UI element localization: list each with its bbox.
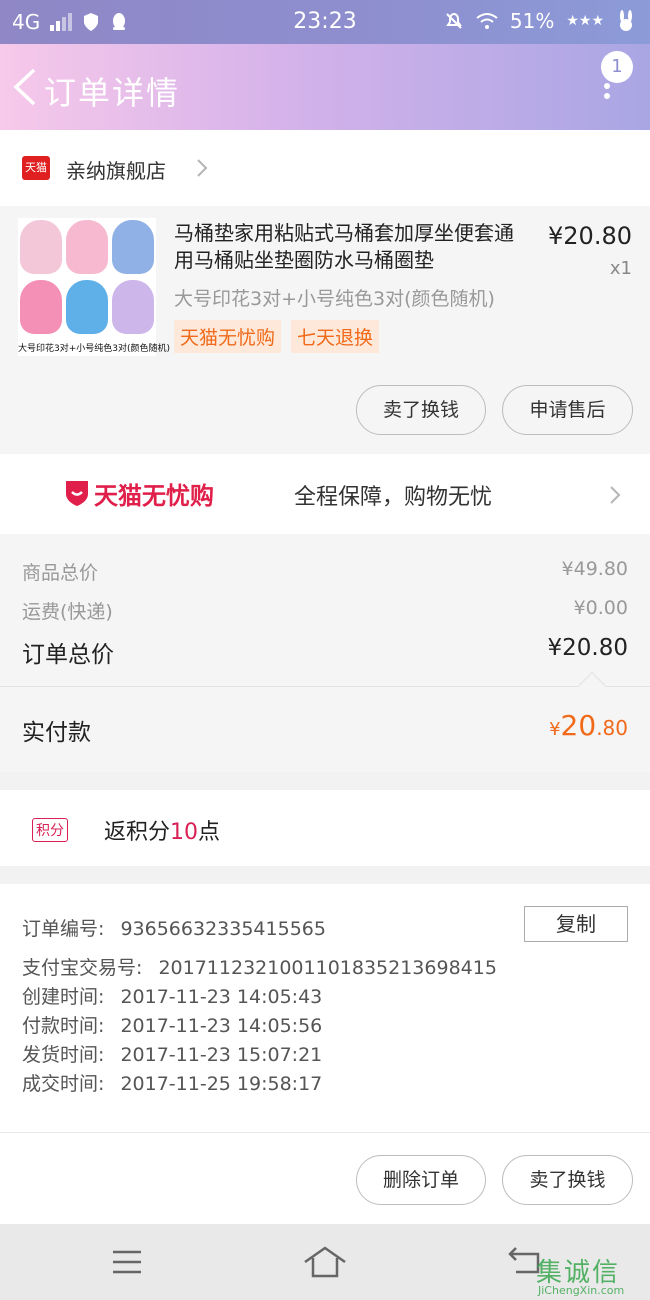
home-icon[interactable] bbox=[303, 1242, 347, 1282]
points-tag: 积分 bbox=[32, 818, 68, 842]
stars-icon: ★★★ bbox=[566, 13, 604, 29]
tmall-logo-icon: 天猫 bbox=[22, 156, 50, 180]
bottom-actions: 删除订单 卖了换钱 bbox=[0, 1132, 650, 1224]
mute-bell-icon bbox=[446, 12, 462, 29]
actual-payment-label: 实付款 bbox=[22, 720, 91, 746]
product-title[interactable]: 马桶垫家用粘贴式马桶套加厚坐便套通用马桶贴坐垫圈防水马桶圈垫 bbox=[174, 220, 524, 274]
price-summary: 商品总价 ¥49.80 运费(快递) ¥0.00 订单总价 ¥20.80 bbox=[0, 534, 650, 686]
shipped-time: 2017-11-23 15:07:21 bbox=[120, 1044, 323, 1066]
battery-label: 51% bbox=[509, 9, 555, 33]
sell-for-cash-bottom-button[interactable]: 卖了换钱 bbox=[502, 1155, 633, 1205]
completed-line: 成交时间: 2017-11-25 19:58:17 bbox=[22, 1069, 322, 1096]
order-number: 93656632335415565 bbox=[120, 918, 326, 940]
promo-brand: 天猫无忧购 bbox=[94, 482, 214, 510]
shipping-value: ¥0.00 bbox=[573, 597, 628, 619]
paid-label: 付款时间: bbox=[22, 1015, 105, 1037]
watermark: 集诚信 JiChengXin.com bbox=[532, 1248, 650, 1300]
created-line: 创建时间: 2017-11-23 14:05:43 bbox=[22, 982, 322, 1009]
chevron-right-icon bbox=[197, 159, 208, 177]
page-title: 订单详情 bbox=[44, 74, 181, 112]
alipay-label: 支付宝交易号: bbox=[22, 957, 143, 979]
created-label: 创建时间: bbox=[22, 986, 105, 1008]
completed-time: 2017-11-25 19:58:17 bbox=[120, 1073, 323, 1095]
status-right: 51% ★★★ bbox=[444, 9, 636, 33]
alipay-number: 2017112321001101835213698415 bbox=[158, 957, 497, 979]
sell-for-cash-button[interactable]: 卖了换钱 bbox=[356, 385, 486, 435]
completed-label: 成交时间: bbox=[22, 1073, 105, 1095]
shipped-label: 发货时间: bbox=[22, 1044, 105, 1066]
back-arrow-icon[interactable] bbox=[10, 66, 40, 108]
actual-payment-row: 实付款 ¥20.80 bbox=[0, 671, 650, 772]
rabbit-icon bbox=[620, 10, 632, 31]
payment-integer: 20 bbox=[560, 709, 597, 742]
order-number-line: 订单编号: 93656632335415565 bbox=[22, 914, 326, 941]
notification-badge: 1 bbox=[601, 51, 633, 83]
points-row: 积分 返积分10点 bbox=[0, 790, 650, 866]
points-prefix: 返积分 bbox=[104, 820, 171, 845]
points-text: 返积分10点 bbox=[104, 814, 220, 846]
worry-free-banner[interactable]: 天猫无忧购 全程保障，购物无忧 bbox=[0, 454, 650, 534]
menu-icon[interactable] bbox=[105, 1242, 149, 1282]
after-sale-button[interactable]: 申请售后 bbox=[502, 385, 633, 435]
status-bar: 4G 23:23 51% ★★★ bbox=[0, 0, 650, 44]
points-value: 10 bbox=[170, 820, 199, 845]
paid-time: 2017-11-23 14:05:56 bbox=[120, 1015, 323, 1037]
actual-payment-amount: ¥20.80 bbox=[549, 709, 628, 742]
order-number-label: 订单编号: bbox=[22, 918, 105, 940]
product-quantity: x1 bbox=[609, 258, 632, 279]
shop-name: 亲纳旗舰店 bbox=[66, 159, 166, 183]
order-total-value: ¥20.80 bbox=[547, 635, 628, 661]
tag-worry-free: 天猫无忧购 bbox=[174, 320, 282, 353]
order-item: 大号印花3对+小号纯色3对(颜色随机) 马桶垫家用粘贴式马桶套加厚坐便套通用马桶… bbox=[0, 206, 650, 454]
created-time: 2017-11-23 14:05:43 bbox=[120, 986, 323, 1008]
goods-total-label: 商品总价 bbox=[22, 562, 99, 584]
points-suffix: 点 bbox=[198, 820, 221, 845]
watermark-url: JiChengXin.com bbox=[538, 1284, 625, 1297]
delete-order-button[interactable]: 删除订单 bbox=[356, 1155, 486, 1205]
product-image[interactable]: 大号印花3对+小号纯色3对(颜色随机) bbox=[18, 218, 171, 356]
product-image-caption: 大号印花3对+小号纯色3对(颜色随机) bbox=[18, 344, 171, 354]
order-info: 订单编号: 93656632335415565 复制 支付宝交易号: 20171… bbox=[0, 884, 650, 1132]
order-total-label: 订单总价 bbox=[22, 642, 114, 668]
paid-line: 付款时间: 2017-11-23 14:05:56 bbox=[22, 1011, 322, 1038]
title-bar: 订单详情 bbox=[0, 44, 650, 130]
more-dots-icon bbox=[604, 83, 610, 99]
copy-button[interactable]: 复制 bbox=[524, 906, 628, 942]
product-price: ¥20.80 bbox=[548, 222, 632, 250]
alipay-line: 支付宝交易号: 2017112321001101835213698415 bbox=[22, 953, 497, 980]
payment-decimal: .80 bbox=[596, 716, 628, 740]
shop-row[interactable]: 天猫 亲纳旗舰店 bbox=[0, 130, 650, 206]
shield-smile-icon bbox=[66, 481, 88, 506]
shipped-line: 发货时间: 2017-11-23 15:07:21 bbox=[22, 1040, 322, 1067]
tag-seven-day-return: 七天退换 bbox=[291, 320, 380, 353]
product-tags: 天猫无忧购 七天退换 bbox=[174, 320, 380, 353]
goods-total-value: ¥49.80 bbox=[561, 558, 628, 580]
shipping-label: 运费(快递) bbox=[22, 601, 113, 623]
product-spec: 大号印花3对+小号纯色3对(颜色随机) bbox=[174, 288, 495, 310]
promo-slogan: 全程保障，购物无忧 bbox=[294, 485, 493, 510]
chevron-right-icon bbox=[610, 486, 621, 504]
payment-currency: ¥ bbox=[549, 719, 561, 740]
wifi-icon bbox=[476, 13, 498, 29]
